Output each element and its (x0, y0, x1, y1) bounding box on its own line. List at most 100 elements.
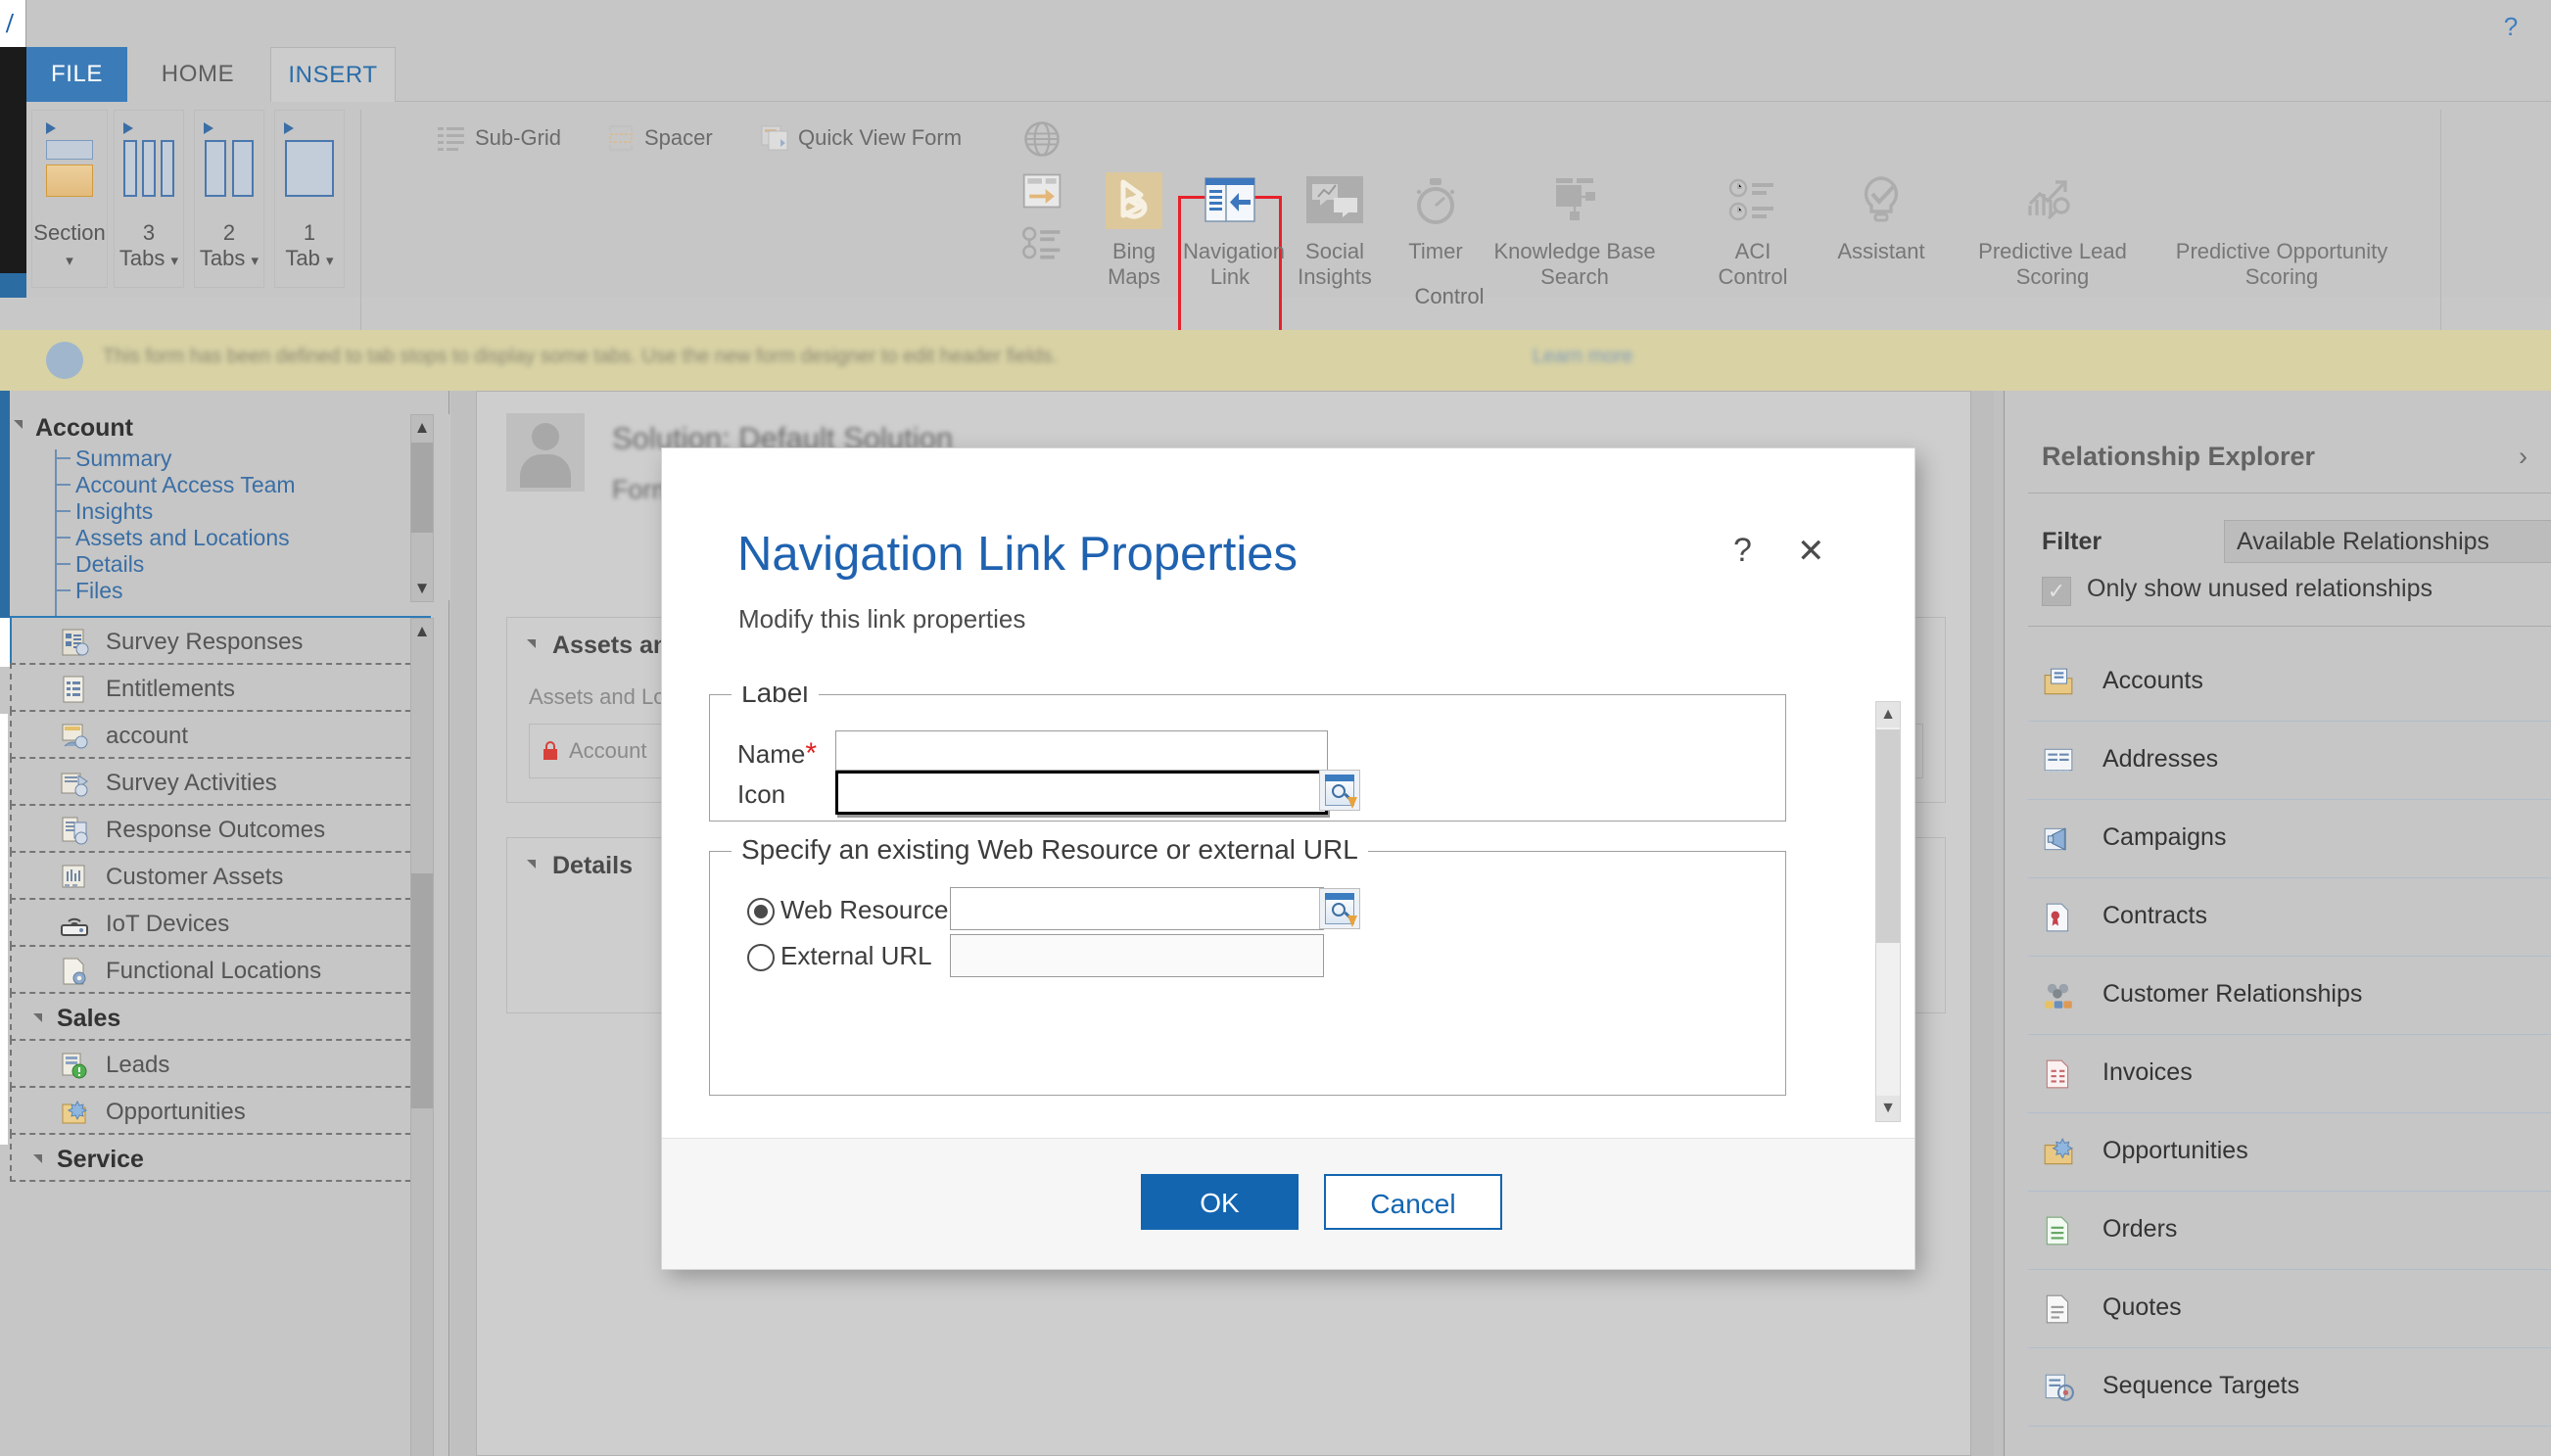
opportunities-icon (2044, 1137, 2074, 1165)
ribbon-button-three-tabs-label: Tabs (118, 246, 165, 270)
aci-control-icon (1723, 170, 1783, 231)
only-unused-checkbox[interactable]: ✓ (2042, 577, 2071, 606)
name-input[interactable] (835, 730, 1328, 771)
canvas-scrollbar[interactable] (1970, 391, 1994, 1456)
tab-file[interactable]: FILE (26, 47, 127, 102)
tree-scroll-thumb[interactable] (411, 443, 433, 533)
ribbon-control-bing-maps[interactable]: Bing Maps (1087, 170, 1181, 290)
relationship-row-orders[interactable]: Orders (2028, 1192, 2551, 1270)
relationship-row-sequence-targets[interactable]: Sequence Targets (2028, 1348, 2551, 1427)
icon-input[interactable] (835, 771, 1328, 815)
nav-item-account[interactable]: account (10, 710, 431, 759)
help-icon[interactable]: ? (2494, 10, 2527, 43)
dialog-body: Label Name* Icon Specify an existing Web… (662, 686, 1914, 1107)
web-resource-lookup-button[interactable] (1319, 888, 1360, 929)
nav-item-functional-locations[interactable]: Functional Locations (10, 945, 431, 994)
relationship-row-invoices[interactable]: Invoices (2028, 1035, 2551, 1113)
web-resource-input[interactable] (950, 887, 1324, 930)
ribbon-control-predictive-lead-scoring-label: Predictive Lead Scoring (1978, 239, 2127, 289)
scroll-down-icon[interactable]: ▼ (1876, 1096, 1900, 1121)
web-resource-radio[interactable] (747, 898, 775, 925)
chevron-right-icon[interactable]: › (2519, 442, 2527, 472)
nav-item-customer-assets[interactable]: Customer Assets (10, 851, 431, 900)
dialog-scrollbar[interactable]: ▲ ▼ (1875, 701, 1901, 1122)
notification-bar: This form has been defined to tab stops … (0, 330, 2551, 391)
caret-down-icon[interactable] (14, 420, 23, 429)
relationship-row-campaigns[interactable]: Campaigns (2028, 800, 2551, 878)
ribbon-control-navigation-link[interactable]: Navigation Link (1183, 170, 1285, 290)
nav-item-survey-activities[interactable]: Survey Activities (10, 757, 431, 806)
tab-home[interactable]: HOME (127, 47, 268, 102)
external-url-input[interactable] (950, 934, 1324, 977)
chevron-down-icon: ▾ (326, 253, 334, 269)
nav-item-iot-devices[interactable]: IoT Devices (10, 898, 431, 947)
tree-tick (55, 457, 71, 459)
left-nav-list: Survey Responses Entitlements account Su… (10, 616, 431, 1182)
ribbon-control-assistant[interactable]: Assistant (1808, 170, 1955, 264)
ribbon-button-section[interactable]: Section ▾ (31, 110, 108, 288)
relationship-row-customer-relationships[interactable]: Customer Relationships (2028, 957, 2551, 1035)
tree-item-account-access-team[interactable]: Account Access Team (75, 472, 296, 498)
ribbon-button-one-tab[interactable]: 1 Tab ▾ (274, 110, 345, 288)
web-resource-fieldset: Specify an existing Web Resource or exte… (709, 834, 1786, 1096)
nav-item-opportunities[interactable]: Opportunities (10, 1086, 431, 1135)
nav-item-survey-responses[interactable]: Survey Responses (10, 616, 431, 665)
ribbon-button-two-tabs[interactable]: 2 Tabs ▾ (194, 110, 264, 288)
relationship-label: Customer Relationships (2102, 980, 2363, 1008)
relationship-row-accounts[interactable]: Accounts (2028, 643, 2551, 722)
ribbon-control-predictive-opportunity-scoring[interactable]: Predictive Opportunity Scoring (2145, 170, 2419, 290)
ribbon-control-knowledge-base-search[interactable]: Knowledge Base Search (1477, 170, 1673, 290)
ribbon-control-social-insights[interactable]: Social Insights (1281, 170, 1389, 290)
icon-lookup-button[interactable] (1319, 770, 1360, 811)
ribbon-control-aci-control[interactable]: ACI Control (1694, 170, 1812, 290)
ribbon-tab-bar: FILE HOME INSERT (0, 47, 2551, 102)
tree-scrollbar[interactable]: ▲ ▼ (410, 414, 434, 602)
tree-item-files[interactable]: Files (75, 578, 123, 604)
nav-item-leads[interactable]: Leads (10, 1039, 431, 1088)
ribbon-control-timer[interactable]: Timer (1389, 170, 1483, 264)
notification-link[interactable]: Learn more (1533, 346, 1632, 368)
chevron-down-icon: ▾ (170, 253, 179, 269)
cancel-button[interactable]: Cancel (1324, 1174, 1502, 1230)
relationship-row-opportunities[interactable]: Opportunities (2028, 1113, 2551, 1192)
bing-maps-icon (1104, 170, 1164, 231)
tree-root-account[interactable]: Account (14, 414, 133, 443)
timeline-icon[interactable] (1018, 221, 1065, 264)
filter-select[interactable]: Available Relationships ∨ (2224, 520, 2551, 563)
spacer-icon (608, 124, 634, 152)
nav-list-scrollbar[interactable]: ▲ (410, 618, 434, 1456)
nav-item-entitlements[interactable]: Entitlements (10, 663, 431, 712)
relationship-label: Accounts (2102, 667, 2203, 694)
scroll-up-icon[interactable]: ▲ (1876, 702, 1900, 728)
tab-insert[interactable]: INSERT (270, 47, 396, 102)
avatar (506, 413, 585, 492)
relationship-row-contracts[interactable]: Contracts (2028, 878, 2551, 957)
tree-item-summary[interactable]: Summary (75, 446, 171, 472)
ribbon-control-predictive-lead-scoring[interactable]: Predictive Lead Scoring (1955, 170, 2150, 290)
scroll-down-icon[interactable]: ▼ (411, 576, 433, 601)
relationship-row-addresses[interactable]: Addresses (2028, 722, 2551, 800)
external-url-radio[interactable] (747, 944, 775, 971)
ok-button[interactable]: OK (1141, 1174, 1299, 1230)
close-icon[interactable]: ✕ (1797, 532, 1825, 571)
dialog-subtitle: Modify this link properties (738, 604, 1026, 634)
iframe-globe-icon[interactable] (1018, 117, 1065, 161)
nav-item-response-outcomes[interactable]: Response Outcomes (10, 804, 431, 853)
scroll-up-icon[interactable]: ▲ (411, 619, 433, 644)
scroll-up-icon[interactable]: ▲ (411, 415, 433, 441)
nav-group-service[interactable]: Service (10, 1133, 431, 1182)
web-resource-icon[interactable] (1018, 169, 1065, 212)
help-icon[interactable]: ? (1733, 532, 1752, 570)
relationship-row-quotes[interactable]: Quotes (2028, 1270, 2551, 1348)
ribbon-button-three-tabs[interactable]: 3 Tabs ▾ (114, 110, 184, 288)
ribbon-body: Section ▾ 3 Tabs ▾ 2 Tabs ▾ 1 Tab ▾ Sub-… (0, 102, 2551, 374)
tree-item-assets-and-locations[interactable]: Assets and Locations (75, 525, 290, 551)
dialog-scroll-thumb[interactable] (1876, 729, 1900, 943)
ribbon-icon-stack (1018, 117, 1077, 269)
caret-down-icon (527, 860, 536, 869)
nav-group-sales[interactable]: Sales (10, 992, 431, 1041)
nav-scroll-thumb[interactable] (411, 873, 433, 1108)
tree-item-details[interactable]: Details (75, 551, 144, 578)
relationship-label: Sequence Targets (2102, 1372, 2300, 1399)
tree-item-insights[interactable]: Insights (75, 498, 153, 525)
